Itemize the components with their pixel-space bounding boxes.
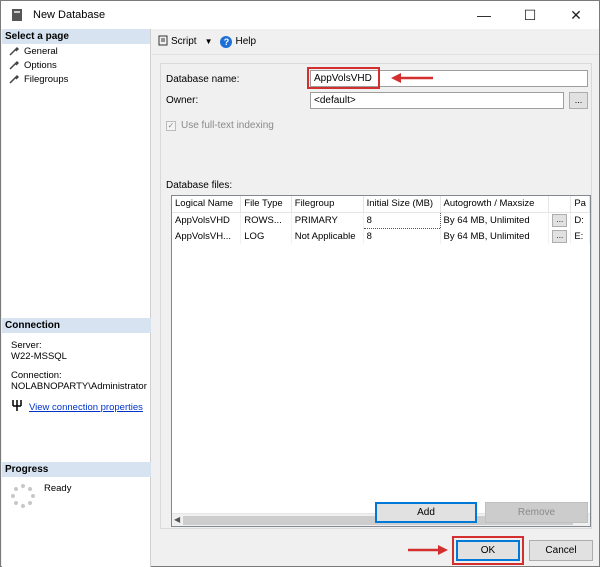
owner-label: Owner: bbox=[166, 95, 199, 106]
connection-value: NOLABNOPARTY\Administrator bbox=[11, 381, 147, 392]
chevron-down-icon[interactable]: ▼ bbox=[205, 37, 213, 46]
toolbar: Script ▼ ? Help bbox=[152, 29, 599, 55]
autogrowth-edit-button[interactable]: ... bbox=[552, 213, 568, 227]
help-icon: ? bbox=[220, 35, 233, 48]
highlight-box bbox=[307, 67, 380, 89]
cell-logical-name[interactable]: AppVolsVHD bbox=[172, 212, 242, 228]
owner-browse-button[interactable]: ... bbox=[569, 92, 588, 109]
nav-item-general[interactable]: General bbox=[2, 44, 150, 58]
script-label: Script bbox=[171, 36, 197, 47]
col-path[interactable]: Pa bbox=[570, 196, 590, 213]
progress-status: Ready bbox=[44, 483, 72, 494]
col-initial-size[interactable]: Initial Size (MB) bbox=[363, 196, 441, 213]
database-name-label: Database name: bbox=[166, 74, 240, 85]
new-database-dialog: New Database — ☐ ✕ Select a page General… bbox=[0, 0, 600, 567]
cell-initial-size[interactable]: 8 bbox=[363, 228, 441, 244]
cell-autogrowth: By 64 MB, Unlimited bbox=[440, 212, 550, 228]
view-connection-properties-link[interactable]: View connection properties bbox=[29, 402, 143, 413]
red-arrow-icon bbox=[408, 545, 448, 555]
cell-filegroup[interactable]: Not Applicable bbox=[291, 228, 364, 244]
owner-input[interactable]: <default> bbox=[310, 92, 564, 109]
red-arrow-icon bbox=[391, 73, 433, 83]
col-autogrowth[interactable]: Autogrowth / Maxsize bbox=[440, 196, 550, 213]
close-button[interactable]: ✕ bbox=[553, 1, 599, 29]
cancel-button[interactable]: Cancel bbox=[529, 540, 593, 561]
help-button[interactable]: ? Help bbox=[220, 35, 257, 48]
nav-item-filegroups[interactable]: Filegroups bbox=[2, 72, 150, 86]
fulltext-label: Use full-text indexing bbox=[181, 120, 274, 131]
help-label: Help bbox=[235, 36, 257, 47]
highlight-box bbox=[452, 536, 524, 565]
col-filegroup[interactable]: Filegroup bbox=[291, 196, 364, 213]
wrench-icon bbox=[8, 59, 20, 71]
nav-item-label: Filegroups bbox=[24, 73, 69, 85]
database-icon bbox=[9, 7, 25, 23]
script-button[interactable]: Script ▼ bbox=[158, 35, 212, 49]
col-logical-name[interactable]: Logical Name bbox=[172, 196, 242, 213]
right-pane: Script ▼ ? Help Database name: AppVolsVH… bbox=[152, 29, 599, 535]
connection-header: Connection bbox=[2, 318, 151, 333]
nav-item-label: Options bbox=[24, 59, 57, 71]
col-file-type[interactable]: File Type bbox=[240, 196, 292, 213]
title-bar: New Database — ☐ ✕ bbox=[1, 1, 599, 29]
general-page-content: Database name: AppVolsVHD Owner: <defaul… bbox=[160, 63, 592, 529]
left-pane: Select a page General Options Filegroups… bbox=[2, 29, 151, 567]
progress-header: Progress bbox=[2, 462, 151, 477]
wrench-icon bbox=[8, 73, 20, 85]
connection-properties-icon bbox=[11, 400, 23, 414]
cell-file-type[interactable]: ROWS... bbox=[240, 212, 292, 228]
cell-path[interactable]: E: bbox=[570, 228, 590, 244]
table-header-row: Logical Name File Type Filegroup Initial… bbox=[172, 196, 590, 213]
select-page-header: Select a page bbox=[2, 29, 150, 44]
nav-item-label: General bbox=[24, 45, 58, 57]
spinner-icon bbox=[10, 483, 36, 511]
cell-filegroup[interactable]: PRIMARY bbox=[291, 212, 364, 228]
cell-autogrowth: By 64 MB, Unlimited bbox=[440, 228, 550, 244]
minimize-button[interactable]: — bbox=[461, 1, 507, 29]
cell-initial-size[interactable]: 8 bbox=[362, 211, 441, 229]
cell-logical-name[interactable]: AppVolsVH... bbox=[172, 228, 242, 244]
add-button[interactable]: Add bbox=[375, 502, 477, 523]
database-files-label: Database files: bbox=[166, 180, 233, 191]
progress-section: Progress Ready bbox=[2, 462, 151, 511]
script-icon bbox=[158, 35, 168, 49]
window-title: New Database bbox=[33, 9, 106, 21]
wrench-icon bbox=[8, 45, 20, 57]
table-row[interactable]: AppVolsVH... LOG Not Applicable 8 By 64 … bbox=[172, 228, 590, 244]
fulltext-checkbox[interactable]: ✓ bbox=[166, 120, 176, 131]
table-row[interactable]: AppVolsVHD ROWS... PRIMARY 8 By 64 MB, U… bbox=[172, 211, 590, 229]
database-files-grid: Logical Name File Type Filegroup Initial… bbox=[171, 195, 591, 527]
server-label: Server: bbox=[11, 340, 42, 351]
cell-file-type[interactable]: LOG bbox=[240, 228, 292, 244]
nav-item-options[interactable]: Options bbox=[2, 58, 150, 72]
col-autogrowth-button bbox=[548, 196, 572, 213]
autogrowth-edit-button[interactable]: ... bbox=[552, 229, 568, 243]
connection-section: Connection Server: W22-MSSQL Connection:… bbox=[2, 318, 151, 414]
connection-label: Connection: bbox=[11, 370, 62, 381]
scroll-left-icon[interactable]: ◀ bbox=[174, 515, 180, 524]
server-value: W22-MSSQL bbox=[11, 351, 67, 362]
remove-button[interactable]: Remove bbox=[485, 502, 588, 523]
maximize-button[interactable]: ☐ bbox=[507, 1, 553, 29]
cell-path[interactable]: D: bbox=[570, 212, 590, 228]
